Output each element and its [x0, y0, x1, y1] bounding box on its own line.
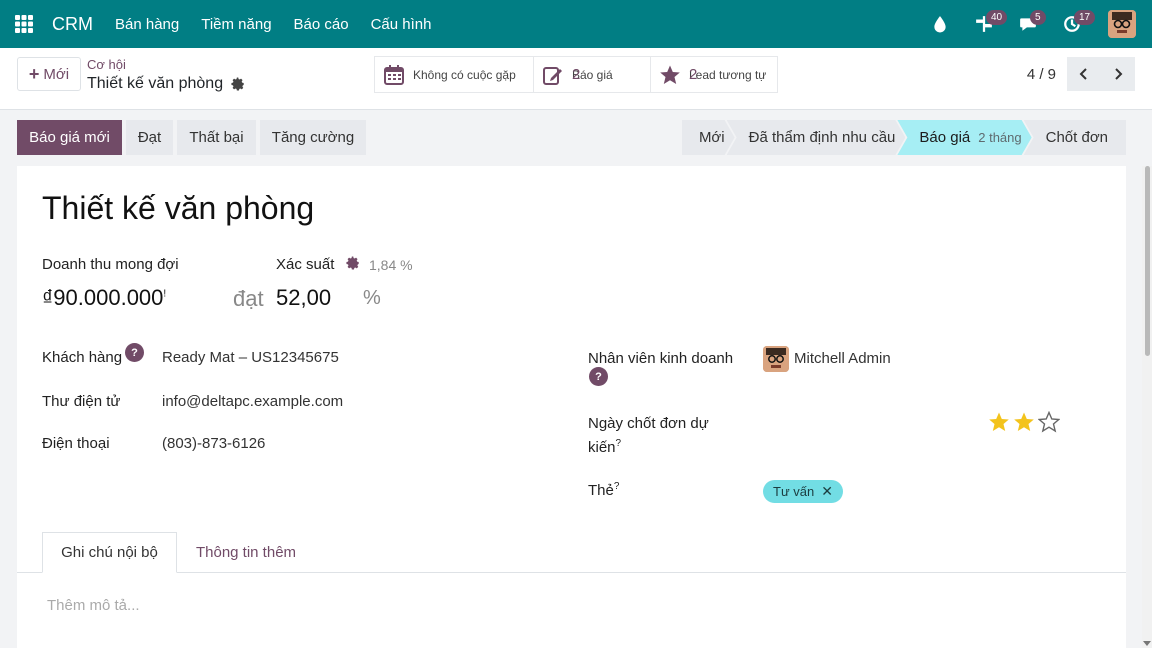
pager-previous-button[interactable]	[1067, 57, 1101, 91]
record-title-text: Thiết kế văn phòng	[87, 75, 224, 92]
lost-button[interactable]: Thất bại	[177, 120, 256, 155]
activities-badge: 40	[986, 10, 1008, 25]
drop-icon[interactable]	[924, 0, 956, 48]
deadline-help-marker[interactable]: ?	[616, 438, 622, 449]
stage-won-label: Chốt đơn	[1045, 129, 1108, 146]
enrich-button[interactable]: Tăng cường	[260, 120, 366, 155]
star-empty-icon[interactable]	[1038, 411, 1060, 433]
notes-editor[interactable]: Thêm mô tả...	[47, 597, 140, 614]
notebook-tabs: Ghi chú nội bộ Thông tin thêm	[17, 532, 1126, 573]
opportunity-name-field[interactable]: Thiết kế văn phòng	[42, 190, 314, 227]
star-icon	[660, 65, 680, 84]
tags-label: Thẻ?	[588, 481, 619, 499]
scrollbar[interactable]	[1142, 166, 1152, 648]
tags-help-marker[interactable]: ?	[614, 481, 620, 492]
chevron-left-icon	[1079, 68, 1087, 80]
similar-leads-smart-button[interactable]: Lead tương tự 2	[650, 56, 778, 93]
top-navbar: CRM Bán hàng Tiềm năng Báo cáo Cấu hình …	[0, 0, 1152, 48]
messages-icon[interactable]: 5	[1012, 0, 1046, 48]
apps-menu-icon[interactable]	[0, 0, 48, 48]
email-label: Thư điện tử	[42, 393, 121, 410]
pager-next-button[interactable]	[1101, 57, 1135, 91]
close-icon[interactable]: ✕	[821, 483, 833, 500]
meetings-smart-button[interactable]: Không có cuộc gặp	[374, 56, 534, 93]
stage-won[interactable]: Chốt đơn	[1023, 120, 1126, 155]
timer-icon[interactable]: 17	[1056, 0, 1096, 48]
stage-new[interactable]: Mới	[682, 120, 735, 155]
meetings-label: Không có cuộc gặp	[413, 67, 516, 82]
stage-duration: 2 tháng	[978, 130, 1022, 145]
revenue-marker: !	[163, 288, 167, 300]
expected-revenue-label: Doanh thu mong đợi	[42, 256, 179, 273]
quotations-count: 2	[572, 65, 581, 83]
expected-revenue-field[interactable]: ₫90.000.000!	[42, 285, 166, 311]
activities-icon[interactable]: 40	[968, 0, 1008, 48]
salesperson-avatar	[763, 346, 789, 372]
similar-leads-label: Lead tương tự	[689, 67, 767, 82]
stage-proposition-label: Báo giá	[919, 129, 971, 146]
menu-leads[interactable]: Tiềm năng	[201, 16, 271, 33]
menu-reporting[interactable]: Báo cáo	[294, 16, 349, 33]
deadline-label-line2: kiến?	[588, 438, 621, 456]
probability-label: Xác suất	[276, 256, 335, 273]
user-avatar[interactable]	[1108, 10, 1136, 38]
stage-qualified-label: Đã thẩm định nhu cầu	[748, 129, 896, 146]
deadline-label-line1: Ngày chốt đơn dự	[588, 415, 709, 432]
tags-label-text: Thẻ	[588, 482, 614, 499]
similar-leads-count: 2	[689, 65, 698, 83]
timer-badge: 17	[1074, 10, 1096, 25]
control-panel: + Mới Cơ hội Thiết kế văn phòng Không có…	[0, 48, 1152, 110]
stage-new-label: Mới	[698, 129, 725, 146]
new-quotation-button[interactable]: Báo giá mới	[17, 120, 122, 155]
menu-sales[interactable]: Bán hàng	[115, 16, 179, 33]
form-sheet: Thiết kế văn phòng Doanh thu mong đợi Xá…	[17, 166, 1126, 648]
customer-help-icon[interactable]: ?	[125, 343, 144, 362]
tab-extra-info[interactable]: Thông tin thêm	[180, 532, 312, 573]
gear-icon[interactable]	[231, 77, 245, 91]
phone-field[interactable]: (803)-873-6126	[162, 435, 265, 452]
priority-stars	[988, 411, 1063, 433]
smart-buttons: Không có cuộc gặp Báo giá 2 Lead tương tự…	[374, 56, 778, 93]
star-filled-icon[interactable]	[988, 411, 1010, 433]
tag-label: Tư vấn	[773, 484, 815, 499]
phone-label: Điện thoại	[42, 435, 110, 452]
email-field[interactable]: info@deltapc.example.com	[162, 393, 343, 410]
edit-document-icon	[543, 66, 562, 85]
expected-revenue-value: ₫90.000.000	[42, 285, 164, 310]
stage-proposition[interactable]: Báo giá 2 tháng	[897, 120, 1031, 155]
scroll-thumb[interactable]	[1145, 166, 1150, 356]
tab-internal-notes[interactable]: Ghi chú nội bộ	[42, 532, 177, 573]
scroll-down-icon[interactable]	[1143, 641, 1151, 646]
app-brand[interactable]: CRM	[52, 14, 93, 35]
new-record-label: Mới	[43, 65, 70, 83]
salesperson-field[interactable]: Mitchell Admin	[794, 350, 891, 367]
stage-pipeline: Mới Đã thẩm định nhu cầu Báo giá 2 tháng …	[682, 120, 1126, 155]
gear-icon[interactable]	[346, 256, 360, 270]
percent-sign: %	[363, 287, 381, 309]
at-label: đạt	[233, 286, 264, 311]
deadline-label-text: kiến	[588, 439, 616, 456]
stage-qualified[interactable]: Đã thẩm định nhu cầu	[727, 120, 906, 155]
record-title: Thiết kế văn phòng	[87, 75, 245, 93]
status-bar: Báo giá mới Đạt Thất bại Tăng cường Mới …	[17, 120, 1126, 156]
probability-automated-value: 1,84 %	[369, 257, 413, 273]
calendar-icon	[384, 64, 404, 85]
messages-badge: 5	[1030, 10, 1046, 25]
menu-configuration[interactable]: Cấu hình	[371, 16, 432, 33]
quotations-smart-button[interactable]: Báo giá 2	[533, 56, 651, 93]
new-record-button[interactable]: + Mới	[17, 57, 81, 91]
salesperson-help-icon[interactable]: ?	[589, 367, 608, 386]
salesperson-label: Nhân viên kinh doanh	[588, 350, 734, 367]
tag-badge[interactable]: Tư vấn ✕	[763, 480, 843, 503]
star-filled-icon[interactable]	[1013, 411, 1035, 433]
chevron-right-icon	[1115, 68, 1123, 80]
customer-label: Khách hàng	[42, 349, 123, 366]
probability-field[interactable]: 52,00	[276, 285, 331, 311]
customer-field[interactable]: Ready Mat – US12345675	[162, 349, 339, 366]
won-button[interactable]: Đạt	[126, 120, 173, 155]
plus-icon: +	[28, 63, 40, 84]
pager-value[interactable]: 4 / 9	[1027, 66, 1056, 83]
breadcrumb-opportunities[interactable]: Cơ hội	[87, 57, 126, 72]
